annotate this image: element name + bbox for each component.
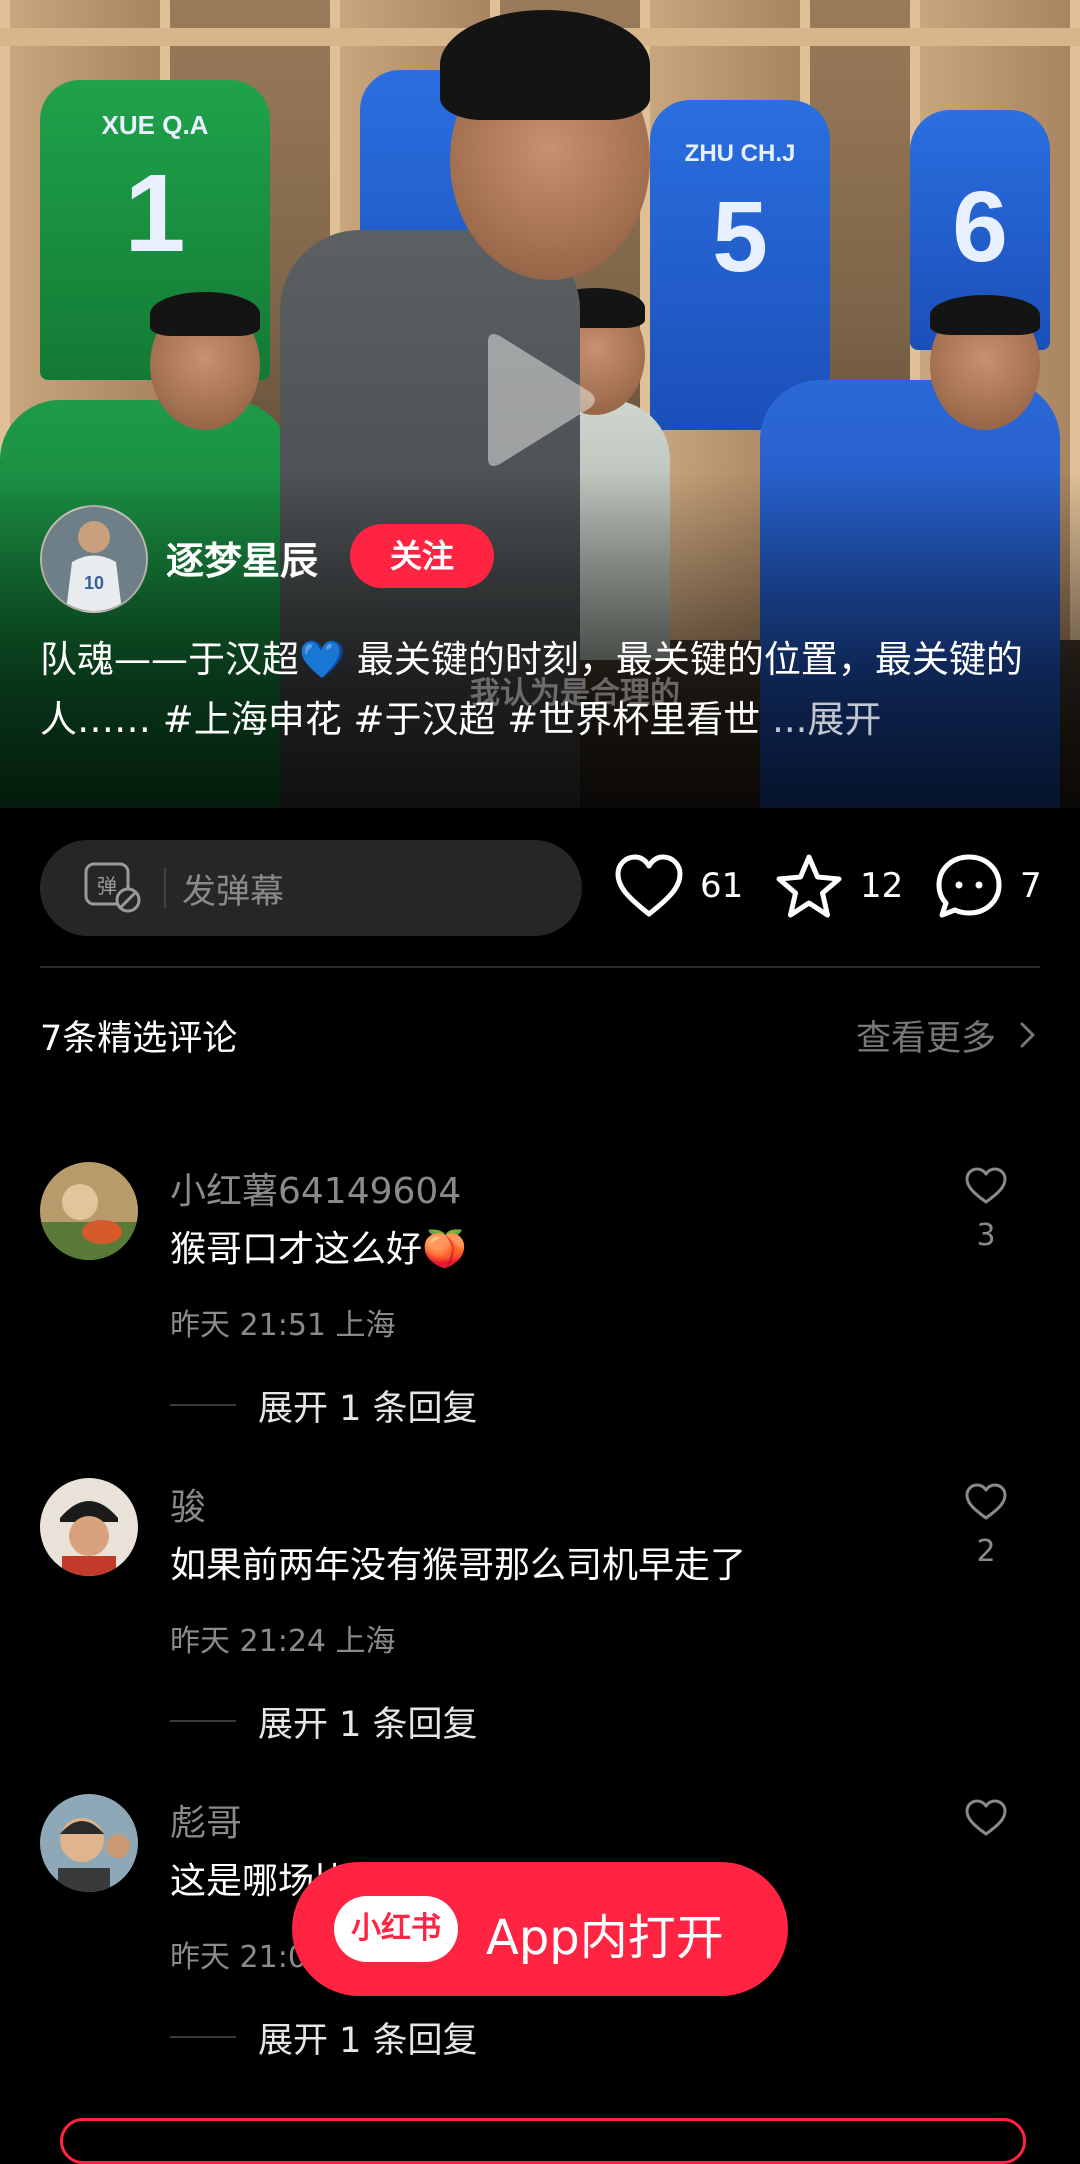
expand-replies-button[interactable]: 展开 1 条回复 <box>258 1696 478 1747</box>
heart-icon[interactable] <box>614 852 684 922</box>
author-name[interactable]: 逐梦星辰 <box>166 530 318 585</box>
comment-username[interactable]: 骏 <box>170 1478 206 1530</box>
danmaku-input[interactable]: 弹 发弹幕 <box>40 840 582 936</box>
reply-line <box>170 1404 236 1406</box>
comment-count: 7 <box>1020 866 1042 906</box>
player-hair <box>930 295 1040 335</box>
comment-like-icon[interactable] <box>964 1482 1008 1522</box>
comment-like-icon[interactable] <box>964 1166 1008 1206</box>
reply-line <box>170 2036 236 2038</box>
svg-text:10: 10 <box>84 573 104 593</box>
danmaku-icon: 弹 <box>84 862 141 913</box>
comment-meta: 昨天 21:24 上海 <box>170 1624 396 1659</box>
comment-avatar[interactable] <box>40 1794 138 1892</box>
comment-like-icon[interactable] <box>964 1798 1008 1838</box>
jersey-blue: ZHU CH.J 5 <box>650 100 830 430</box>
comment-meta: 昨天 21:0 <box>170 1940 307 1975</box>
video-player[interactable]: XUE Q.A 1 ZHU CH.J 5 6 我认为是合理的 10 逐梦星辰 关… <box>0 0 1080 808</box>
jersey-number: 5 <box>712 181 768 293</box>
comment-avatar[interactable] <box>40 1478 138 1576</box>
bottom-button-edge[interactable] <box>60 2118 1026 2164</box>
jersey-number: 6 <box>952 171 1008 283</box>
follow-button[interactable]: 关注 <box>350 524 494 588</box>
comment-body: 猴哥口才这么好 <box>170 1229 423 1270</box>
expand-description-link[interactable]: ...展开 <box>772 698 881 741</box>
comment-username[interactable]: 小红薯64149604 <box>170 1162 461 1214</box>
favorite-count: 12 <box>860 866 904 906</box>
star-icon[interactable] <box>774 852 844 922</box>
danmaku-placeholder: 发弹幕 <box>182 872 284 912</box>
comments-header: 7条精选评论 <box>40 1019 238 1059</box>
xiaohongshu-logo: 小红书 <box>334 1896 458 1962</box>
open-in-app-label: App内打开 <box>486 1910 724 1966</box>
chevron-right-icon[interactable] <box>1018 1018 1038 1052</box>
open-in-app-button[interactable]: 小红书 App内打开 <box>292 1862 788 1996</box>
comment-like-count: 2 <box>976 1534 996 1569</box>
section-divider <box>40 966 1040 968</box>
jersey-number: 1 <box>124 152 186 275</box>
comment-text: 如果前两年没有猴哥那么司机早走了 <box>170 1545 747 1586</box>
post-description[interactable]: 队魂——于汉超💙 最关键的时刻，最关键的位置，最关键的人…… #上海申花 #于汉… <box>40 630 1050 750</box>
play-icon[interactable] <box>478 330 598 470</box>
like-count: 61 <box>700 866 744 906</box>
jersey-name: XUE Q.A <box>101 110 209 140</box>
jersey-name: ZHU CH.J <box>684 140 796 167</box>
comment-like-count: 3 <box>976 1218 996 1253</box>
expand-replies-button[interactable]: 展开 1 条回复 <box>258 1380 478 1431</box>
comment-username[interactable]: 彪哥 <box>170 1794 242 1846</box>
comment-emoji: 🍑 <box>422 1229 467 1270</box>
reply-line <box>170 1720 236 1722</box>
svg-text:弹: 弹 <box>97 874 117 898</box>
player-hair <box>150 292 260 336</box>
coach-hair <box>440 10 650 120</box>
comment-meta: 昨天 21:51 上海 <box>170 1308 396 1343</box>
comment-text: 猴哥口才这么好🍑 <box>170 1220 467 1272</box>
danmaku-divider <box>164 868 166 908</box>
comment-icon[interactable] <box>934 852 1004 922</box>
author-avatar[interactable]: 10 <box>40 505 148 613</box>
comment-avatar[interactable] <box>40 1162 138 1260</box>
expand-replies-button[interactable]: 展开 1 条回复 <box>258 2012 478 2063</box>
view-more-link[interactable]: 查看更多 <box>856 1010 996 1061</box>
